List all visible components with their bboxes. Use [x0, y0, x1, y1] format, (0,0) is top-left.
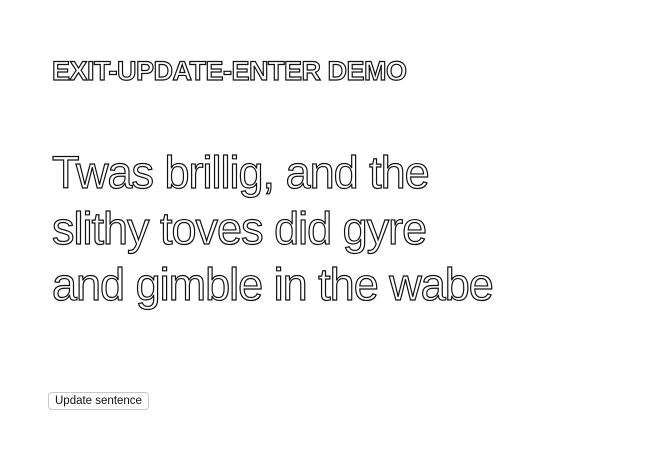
sentence-line-2: slithy toves did gyre — [51, 202, 427, 254]
animated-sentence: Twas brillig, and the slithy toves did g… — [51, 145, 572, 313]
page-title: EXIT-UPDATE-ENTER DEMO — [51, 55, 407, 86]
sentence-line-3: and gimble in the wabe — [51, 258, 494, 310]
update-sentence-button[interactable]: Update sentence — [48, 392, 149, 410]
demo-page: EXIT-UPDATE-ENTER DEMO Twas brillig, and… — [0, 0, 654, 468]
sentence-line-1: Twas brillig, and the — [51, 146, 430, 198]
